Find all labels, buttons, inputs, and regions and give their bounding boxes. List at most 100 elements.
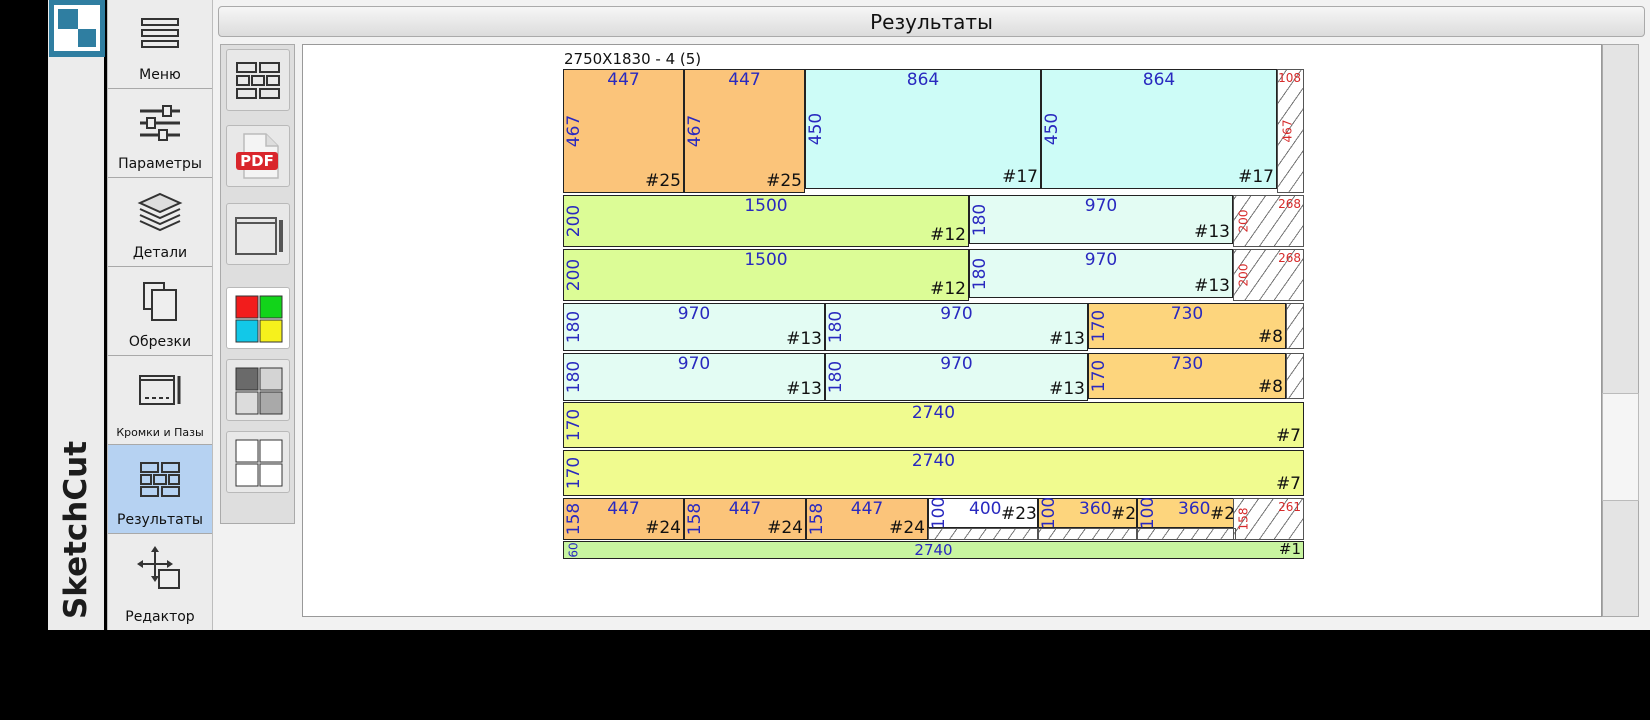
cut-piece[interactable]: 180 970 #13 [563, 303, 825, 351]
piece-height-label: 100 [929, 496, 950, 530]
nav-item-editor[interactable]: Редактор [108, 534, 212, 630]
waste-height-label: 158 [1236, 507, 1250, 531]
waste-area: 261 158 [1233, 498, 1304, 540]
layers-icon [137, 192, 183, 232]
gray-mode-button[interactable] [226, 359, 290, 421]
cut-piece[interactable]: 170 2740 #7 [563, 402, 1304, 448]
waste-strip [1286, 353, 1304, 399]
piece-width-label: 447 [607, 499, 640, 519]
svg-text:PDF: PDF [240, 152, 274, 170]
piece-width-label: 400 [969, 499, 1002, 519]
nav-label-offcuts: Обрезки [128, 334, 192, 350]
sheet-view-button[interactable] [226, 203, 290, 265]
cut-piece[interactable]: 158 447 #24 [684, 498, 806, 540]
piece-id-label: #13 [1194, 222, 1230, 242]
gray-palette-icon [235, 367, 283, 415]
piece-height-label: 100 [1039, 496, 1060, 530]
cut-piece[interactable]: 200 1500 #12 [563, 249, 969, 301]
nav-item-parameters[interactable]: Параметры [108, 89, 212, 178]
piece-id-label: #7 [1275, 474, 1301, 494]
cut-piece[interactable]: 200 1500 #12 [563, 195, 969, 247]
waste-area: 268 200 [1233, 249, 1304, 301]
waste-height-label: 467 [1280, 119, 1294, 143]
layout-grid-button[interactable] [226, 49, 290, 111]
export-pdf-button[interactable]: PDF [226, 125, 290, 187]
cut-piece[interactable]: 180 970 #13 [825, 353, 1088, 401]
cut-piece[interactable]: 100 360 #22 [1038, 496, 1147, 530]
cut-piece[interactable]: 467 447 #25 [684, 69, 805, 193]
piece-width-label: 730 [1170, 304, 1204, 324]
waste-height-label: 200 [1236, 209, 1250, 233]
cut-piece[interactable]: 450 864 #17 [1041, 69, 1277, 189]
cut-piece[interactable]: 467 447 #25 [563, 69, 684, 193]
piece-width-label: 360 [1079, 499, 1112, 519]
waste-height-label: 200 [1236, 263, 1250, 287]
nav-item-details[interactable]: Детали [108, 178, 212, 267]
piece-id-label: #17 [1002, 167, 1038, 187]
waste-strip [1038, 528, 1137, 540]
piece-id-label: #24 [767, 518, 803, 538]
editor-icon [137, 546, 180, 589]
piece-id-label: #25 [645, 171, 681, 191]
menu-icon [141, 18, 179, 48]
cut-piece[interactable]: 170 2740 #7 [563, 450, 1304, 496]
piece-width-label: 970 [1084, 196, 1118, 216]
cut-piece[interactable]: 60 2740 #1 [563, 540, 1304, 559]
waste-width-label: 261 [1278, 500, 1301, 514]
piece-id-label: #13 [786, 379, 822, 399]
piece-id-label: #24 [889, 518, 925, 538]
waste-strip [1286, 303, 1304, 349]
piece-id-label: #25 [766, 171, 802, 191]
edges-icon [139, 375, 181, 405]
piece-width-label: 2740 [914, 541, 953, 559]
cut-piece[interactable]: 100 360 #22 [1137, 497, 1246, 529]
piece-id-label: #13 [786, 329, 822, 349]
piece-width-label: 864 [1142, 70, 1176, 90]
cut-piece[interactable]: 100 400 #23 [928, 496, 1038, 530]
piece-width-label: 730 [1170, 354, 1204, 374]
piece-width-label: 2740 [911, 403, 956, 423]
offcuts-icon [143, 282, 177, 321]
piece-id-label: #23 [1001, 504, 1037, 524]
nav-item-edges[interactable]: Кромки и Пазы [108, 356, 212, 445]
layout-grid-icon [236, 62, 280, 99]
sheet-view-icon [235, 217, 283, 255]
cut-piece[interactable]: 180 970 #13 [563, 353, 825, 401]
waste-width-label: 268 [1278, 251, 1301, 265]
page-title: Результаты [218, 6, 1645, 37]
piece-width-label: 970 [1084, 250, 1118, 270]
cut-piece[interactable]: 180 970 #13 [969, 195, 1233, 244]
piece-width-label: 447 [850, 499, 884, 519]
outline-palette-icon [235, 439, 283, 487]
nav-item-results[interactable]: Результаты [108, 445, 212, 534]
piece-id-label: #7 [1275, 426, 1301, 446]
nav-label-parameters: Параметры [118, 156, 202, 172]
cut-piece[interactable]: 180 970 #13 [969, 249, 1233, 298]
cut-piece[interactable]: 180 970 #13 [825, 303, 1088, 351]
waste-strip [1137, 528, 1236, 540]
piece-id-label: #12 [930, 225, 966, 245]
piece-id-label: #8 [1257, 377, 1283, 397]
cut-piece[interactable]: 170 730 #8 [1088, 353, 1286, 399]
waste-area: 108 467 [1277, 69, 1304, 193]
outline-mode-button[interactable] [226, 431, 290, 493]
piece-width-label: 447 [728, 70, 761, 90]
cut-piece[interactable]: 170 730 #8 [1088, 303, 1286, 349]
color-palette-icon [235, 295, 283, 343]
color-mode-button[interactable] [226, 287, 290, 349]
piece-id-label: #17 [1238, 167, 1274, 187]
nav-label-edges: Кромки и Пазы [116, 426, 204, 439]
cut-piece[interactable]: 158 447 #24 [806, 498, 928, 540]
nav-item-offcuts[interactable]: Обрезки [108, 267, 212, 356]
app-logo[interactable] [49, 0, 105, 57]
results-icon [140, 462, 180, 497]
results-toolbar: PDF [220, 44, 295, 524]
nav-label-editor: Редактор [125, 609, 195, 625]
nav-item-menu[interactable]: Меню [108, 0, 212, 89]
scrollbar-thumb[interactable] [1602, 393, 1639, 501]
cut-piece[interactable]: 450 864 #17 [805, 69, 1041, 189]
piece-width-label: 1500 [744, 250, 788, 270]
app-brand: SketchCut [58, 440, 95, 620]
vertical-scrollbar[interactable] [1602, 44, 1639, 617]
cut-piece[interactable]: 158 447 #24 [563, 498, 684, 540]
